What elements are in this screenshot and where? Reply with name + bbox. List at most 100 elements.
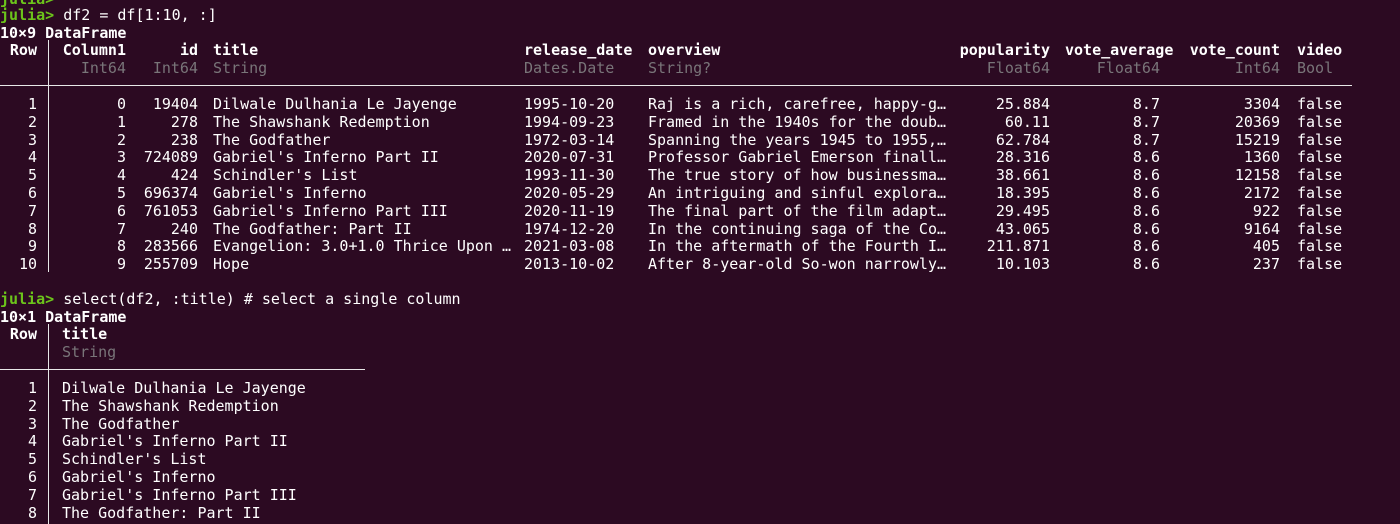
table-cell: 238 [170,130,198,149]
table1-summary: 10×9 DataFrame [0,24,127,42]
table-cell: 1 [116,112,126,131]
column-type-title: String [62,343,117,361]
table-cell: Schindler's List [62,450,207,469]
table-cell: 211.871 [986,237,1050,256]
table-cell: false [1297,130,1343,149]
table-cell: 0 [116,95,126,113]
table-cell: 18.395 [995,184,1050,202]
table-cell: 60.11 [1004,112,1050,131]
table-cell: 6 [116,201,126,220]
table-cell: After 8-year-old So-won narrowly… [648,255,947,274]
table-cell: 8.6 [1132,148,1160,167]
row-number: 1 [27,95,37,113]
table-cell: 8.7 [1132,130,1160,149]
column-header-title: title [62,325,108,343]
table-cell: 3 [116,148,126,167]
table-cell: 8 [116,237,126,256]
table-cell: 1995-10-20 [524,95,615,113]
table-cell: 405 [1252,237,1280,256]
row-number: 9 [27,237,37,256]
table-cell: The Godfather: Part II [213,219,412,238]
column-type-id: Int64 [152,59,198,77]
column-header-video: video [1297,41,1343,59]
table-cell: The Godfather [213,130,331,149]
table-cell: Evangelion: 3.0+1.0 Thrice Upon … [213,237,512,256]
column-header-column1: Column1 [62,41,126,59]
command-text: select(df2, :title) # select a single co… [54,290,461,308]
row-number: 5 [27,166,37,185]
row-column-separator [48,40,49,272]
table-cell: Gabriel's Inferno Part II [62,432,288,451]
table-cell: 19404 [152,95,198,113]
table-cell: 2 [116,130,126,149]
table-cell: 1974-12-20 [524,219,615,238]
row-header: Row [9,41,37,59]
command-line-1: julia> df2 = df[1:10, :] [0,6,217,24]
table-cell: 424 [170,166,198,185]
table-cell: 761053 [143,201,198,220]
table-cell: false [1297,255,1343,274]
table-cell: 2020-07-31 [524,148,615,167]
column-header-release-date: release_date [524,41,633,59]
table-cell: 7 [116,219,126,238]
column-type-popularity: Float64 [986,59,1050,77]
table-cell: 922 [1252,201,1280,220]
table-cell: 12158 [1234,166,1280,185]
table-cell: 8.7 [1132,95,1160,113]
column-type-column1: Int64 [80,59,126,77]
header-separator [0,369,365,370]
row-number: 3 [27,414,37,433]
table-cell: The Shawshank Redemption [62,396,279,415]
table-cell: 3304 [1243,95,1280,113]
row-number: 2 [27,396,37,415]
table-cell: 1993-11-30 [524,166,615,185]
header-separator [0,85,1352,86]
table-cell: 43.065 [995,219,1050,238]
table-cell: 20369 [1234,112,1280,131]
table-cell: false [1297,219,1343,238]
row-number: 8 [27,503,37,522]
row-number: 8 [27,219,37,238]
table-cell: 283566 [143,237,198,256]
table-cell: An intriguing and sinful explora… [648,184,947,202]
table-cell: 696374 [143,184,198,202]
prompt-label: julia> [0,290,55,308]
table-cell: Hope [213,255,250,274]
command-line-2: julia> select(df2, :title) # select a si… [0,290,461,308]
table-cell: 4 [116,166,126,185]
table-cell: 8.6 [1132,184,1160,202]
table-cell: 62.784 [995,130,1050,149]
table-cell: 237 [1252,255,1280,274]
table-cell: 8.6 [1132,201,1160,220]
column-header-vote-count: vote_count [1189,41,1280,59]
column-type-vote-count: Int64 [1234,59,1280,77]
table-cell: 8.7 [1132,112,1160,131]
row-number: 3 [27,130,37,149]
row-number: 4 [27,432,37,451]
table-cell: 2020-05-29 [524,184,615,202]
column-header-title: title [213,41,259,59]
column-type-video: Bool [1297,59,1334,77]
table-cell: 8.6 [1132,219,1160,238]
table-cell: The Godfather [62,414,180,433]
table-cell: 8.6 [1132,255,1160,274]
table-cell: 724089 [143,148,198,167]
table-cell: Gabriel's Inferno [213,184,367,202]
table-cell: 8.6 [1132,166,1160,185]
table-cell: In the aftermath of the Fourth I… [648,237,947,256]
table-cell: 1994-09-23 [524,112,615,131]
table-cell: 9 [116,255,126,274]
table-cell: Professor Gabriel Emerson finall… [648,148,947,167]
table-cell: false [1297,112,1343,131]
row-number: 4 [27,148,37,167]
table-cell: 5 [116,184,126,202]
terminal-window[interactable]: julia> julia> df2 = df[1:10, :] 10×9 Dat… [0,0,1400,524]
table-cell: 10.103 [995,255,1050,274]
table-cell: The true story of how businessma… [648,166,947,185]
table-cell: Gabriel's Inferno Part II [213,148,439,167]
table-cell: Raj is a rich, carefree, happy-g… [648,95,947,113]
table-cell: Gabriel's Inferno [62,468,216,486]
table-cell: In the continuing saga of the Co… [648,219,947,238]
table-cell: 29.495 [995,201,1050,220]
table-cell: false [1297,184,1343,202]
